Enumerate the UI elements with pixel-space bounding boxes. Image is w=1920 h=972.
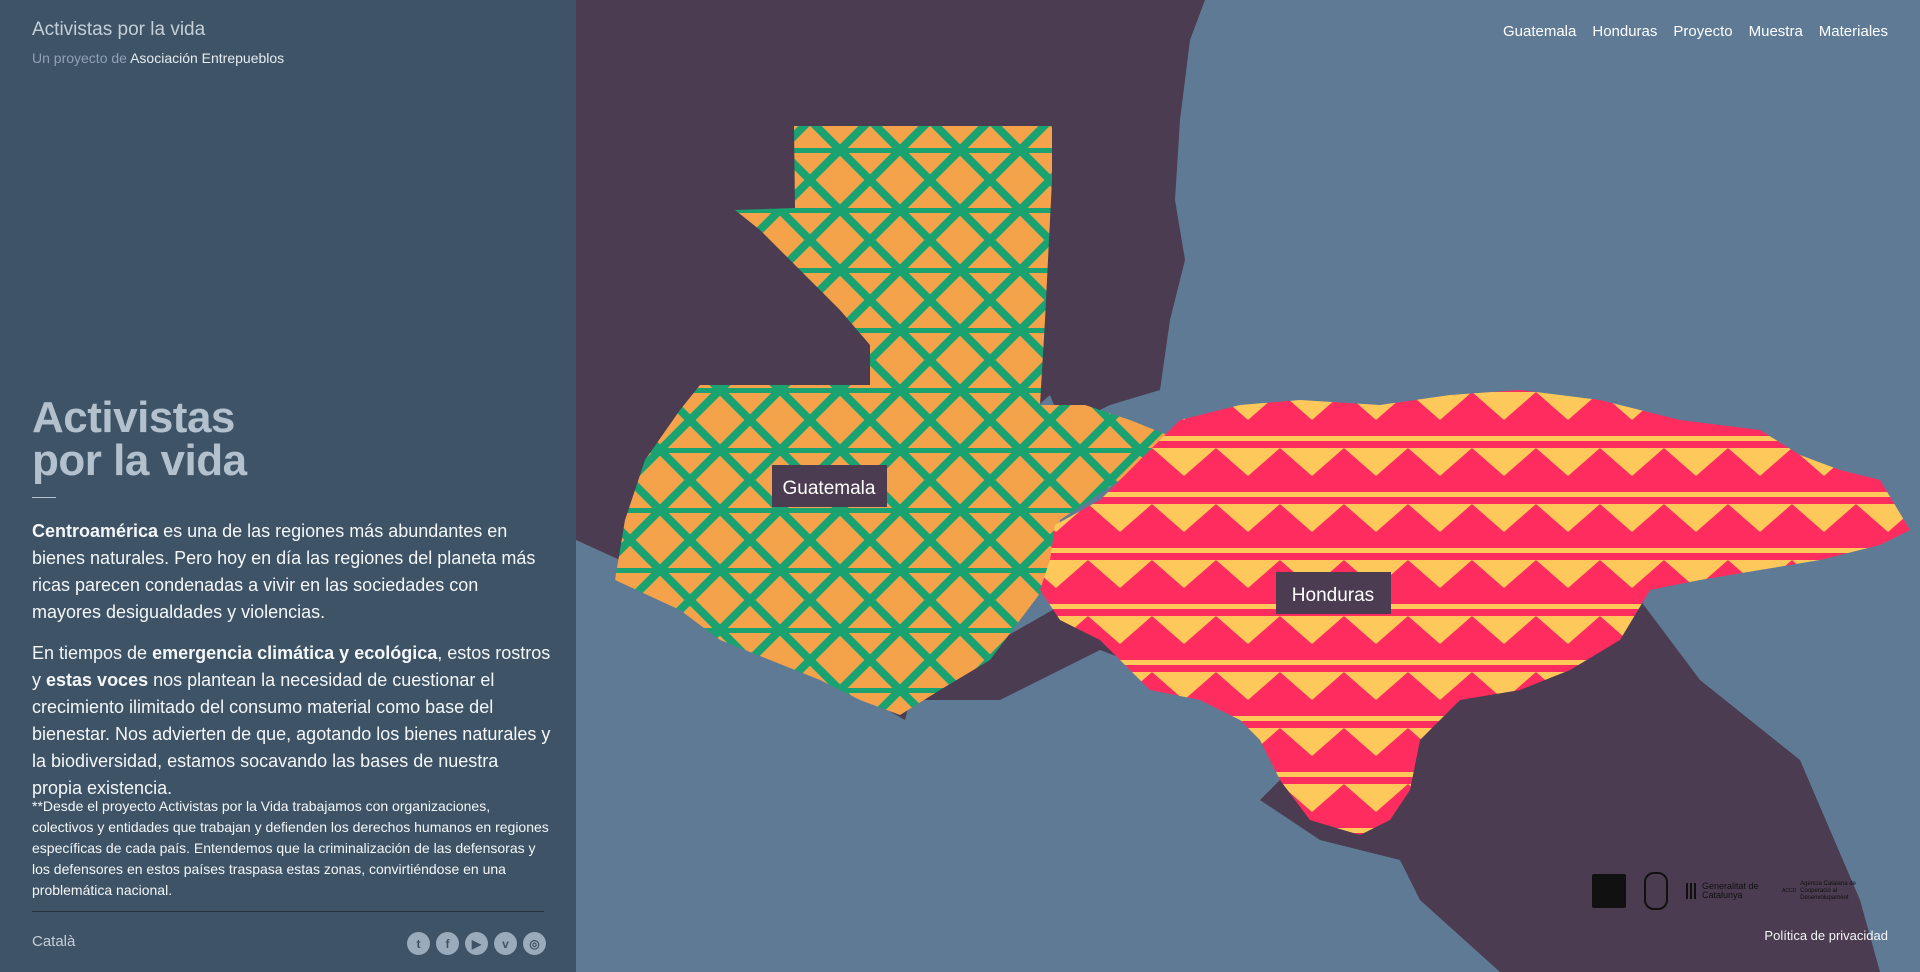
logo-generalitat[interactable]: Generalitat de Catalunya <box>1686 882 1764 900</box>
intro-paragraph-1: Centroamérica es una de las regiones más… <box>32 518 552 626</box>
twitter-icon[interactable]: t <box>407 932 430 955</box>
sidebar: Activistas por la vida Un proyecto de As… <box>0 0 576 972</box>
nav-guatemala[interactable]: Guatemala <box>1503 23 1576 40</box>
logo-sponsor-2-icon[interactable] <box>1644 872 1668 910</box>
subtitle-prefix: Un proyecto de <box>32 50 127 66</box>
sidebar-divider <box>32 911 544 912</box>
accd-icon: ACCD <box>1782 887 1797 894</box>
generalitat-text: Generalitat de Catalunya <box>1702 881 1759 900</box>
org-link[interactable]: Asociación Entrepueblos <box>130 50 284 66</box>
intro-text: Centroamérica es una de las regiones más… <box>32 518 552 816</box>
facebook-icon[interactable]: f <box>436 932 459 955</box>
hero-title: Activistas por la vida <box>32 393 247 485</box>
intro-bold-2: emergencia climática y ecológica <box>152 643 438 663</box>
main-nav: Guatemala Honduras Proyecto Muestra Mate… <box>1503 23 1888 40</box>
logo-accd[interactable]: ACCD Agència Catalana de Cooperació al D… <box>1782 881 1874 902</box>
intro-bold-3: estas voces <box>46 670 149 690</box>
site-subtitle: Un proyecto de Asociación Entrepueblos <box>32 50 284 66</box>
vimeo-icon[interactable]: v <box>494 932 517 955</box>
honduras-label[interactable]: Honduras <box>1292 585 1374 606</box>
footnote: **Desde el proyecto Activistas por la Vi… <box>32 798 549 898</box>
hero-title-line1: Activistas <box>32 393 235 442</box>
generalitat-icon <box>1686 883 1698 899</box>
hero-title-line2: por la vida <box>32 436 247 485</box>
hero-divider <box>32 497 56 498</box>
nav-materiales[interactable]: Materiales <box>1819 23 1888 40</box>
language-switch[interactable]: Català <box>32 933 75 950</box>
nav-honduras[interactable]: Honduras <box>1592 23 1657 40</box>
intro-bold: Centroamérica <box>32 521 159 541</box>
intro-text-2a: En tiempos de <box>32 643 153 663</box>
privacy-link[interactable]: Política de privacidad <box>1764 928 1888 943</box>
logo-sponsor-1-icon[interactable] <box>1592 874 1626 908</box>
nav-muestra[interactable]: Muestra <box>1749 23 1803 40</box>
site-title[interactable]: Activistas por la vida <box>32 19 205 41</box>
social-links: t f ▶ v ◎ <box>407 932 546 955</box>
nav-proyecto[interactable]: Proyecto <box>1673 23 1732 40</box>
accd-text: Agència Catalana de Cooperació al Desenv… <box>1800 880 1856 901</box>
guatemala-label[interactable]: Guatemala <box>783 478 876 499</box>
central-america-map: Guatemala Honduras <box>576 0 1920 972</box>
intro-paragraph-2: En tiempos de emergencia climática y eco… <box>32 640 552 802</box>
sponsor-logos: Generalitat de Catalunya ACCD Agència Ca… <box>1592 872 1874 910</box>
instagram-icon[interactable]: ◎ <box>523 932 546 955</box>
youtube-icon[interactable]: ▶ <box>465 932 488 955</box>
